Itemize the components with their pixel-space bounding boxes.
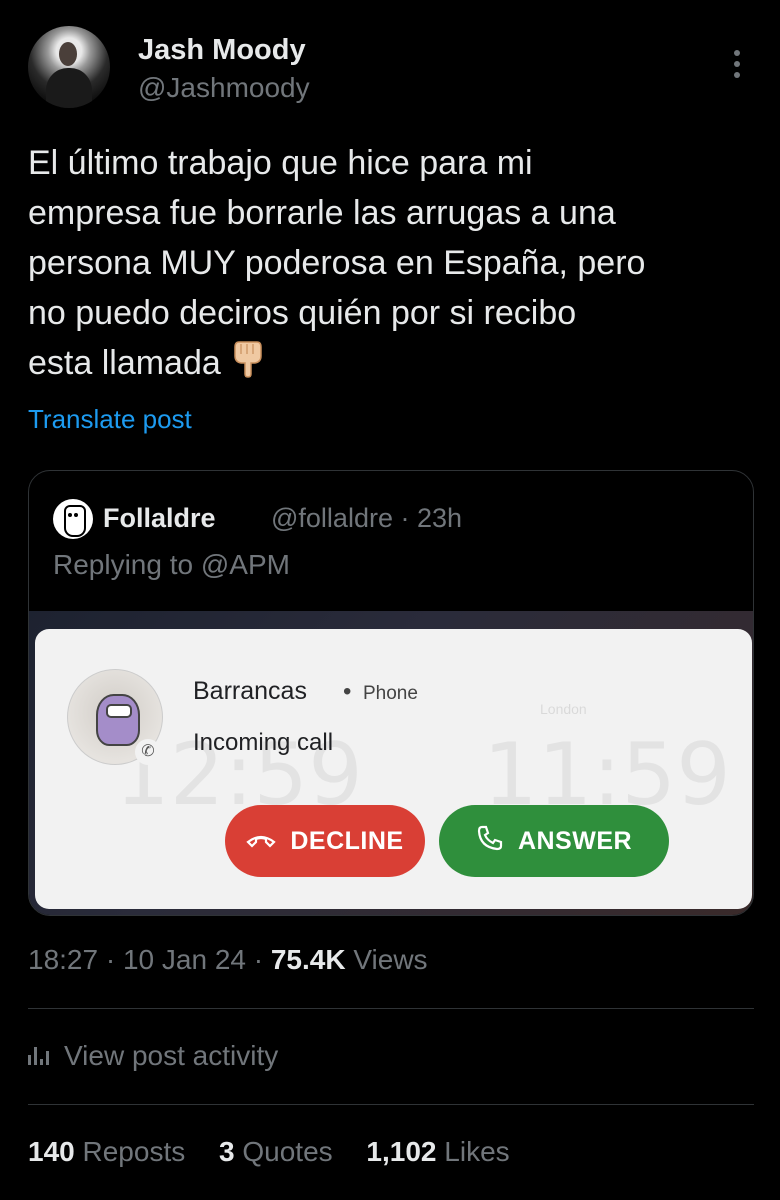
views-label: Views	[353, 944, 428, 975]
reposts-label: Reposts	[82, 1136, 186, 1167]
reposts-stat[interactable]: 140 Reposts	[28, 1136, 185, 1167]
quoted-author-handle-time: @follaldre · 23h	[271, 503, 462, 534]
incoming-call-card: 12:59 11:59 London ✆ Barrancas • Phone I…	[35, 629, 752, 909]
call-status: Incoming call	[193, 729, 334, 756]
answer-button[interactable]: ANSWER	[439, 805, 669, 877]
divider	[28, 1104, 754, 1105]
divider	[28, 1008, 754, 1009]
tweet-text: El último trabajo que hice para mi empre…	[28, 138, 758, 392]
author-name[interactable]: Jash Moody	[138, 34, 306, 67]
tweet-line: no puedo deciros quién por si recibo	[28, 294, 577, 332]
author-avatar[interactable]	[28, 26, 110, 108]
translate-post-link[interactable]: Translate post	[28, 404, 192, 435]
caller-separator: •	[343, 678, 352, 705]
post-date[interactable]: 10 Jan 24	[123, 944, 246, 975]
pointing-down-hand-icon	[231, 338, 265, 392]
post-stats: 140 Reposts 3 Quotes 1,102 Likes	[28, 1136, 536, 1168]
tweet-header: Jash Moody @Jashmoody	[28, 26, 752, 116]
quoted-post[interactable]: Follaldre @follaldre · 23h Replying to @…	[28, 470, 754, 916]
tweet-line: El último trabajo que hice para mi	[28, 144, 533, 182]
decline-label: DECLINE	[290, 826, 404, 855]
tweet-line: empresa fue borrarle las arrugas a una	[28, 194, 616, 232]
view-post-activity-link[interactable]: View post activity	[28, 1040, 278, 1072]
phone-answer-icon	[476, 824, 504, 859]
tweet-line: persona MUY poderosa en España, pero	[28, 244, 646, 282]
quotes-label: Quotes	[242, 1136, 333, 1167]
answer-label: ANSWER	[517, 826, 633, 855]
reposts-count: 140	[28, 1136, 75, 1167]
replying-to: Replying to @APM	[53, 549, 290, 581]
replying-to-prefix: Replying to	[53, 549, 194, 580]
quotes-count: 3	[219, 1136, 235, 1167]
replying-to-mention[interactable]: @APM	[201, 549, 290, 580]
likes-count: 1,102	[366, 1136, 437, 1167]
views-count: 75.4K	[270, 944, 346, 975]
quoted-author-name[interactable]: Follaldre	[103, 503, 216, 534]
tweet-line: esta llamada	[28, 344, 221, 382]
analytics-icon	[28, 1040, 52, 1072]
likes-stat[interactable]: 1,102 Likes	[366, 1136, 509, 1167]
background-label: London	[540, 701, 587, 717]
more-options-icon[interactable]	[734, 50, 742, 80]
quoted-author-handle[interactable]: @follaldre	[271, 503, 393, 533]
phone-icon: ✆	[135, 739, 161, 765]
quoted-avatar[interactable]	[53, 499, 93, 539]
decline-button[interactable]: DECLINE	[225, 805, 425, 877]
post-meta: 18:27 · 10 Jan 24 · 75.4K Views	[28, 944, 428, 975]
likes-label: Likes	[444, 1136, 510, 1167]
post-time[interactable]: 18:27	[28, 944, 98, 975]
hang-up-icon	[246, 826, 277, 857]
tweet-line-last: esta llamada	[28, 338, 758, 392]
author-handle[interactable]: @Jashmoody	[138, 72, 310, 104]
quoted-time: · 23h	[400, 503, 463, 533]
quotes-stat[interactable]: 3 Quotes	[219, 1136, 333, 1167]
caller-name: Barrancas	[193, 677, 307, 705]
activity-label: View post activity	[64, 1040, 279, 1071]
caller-source: Phone	[363, 683, 418, 704]
